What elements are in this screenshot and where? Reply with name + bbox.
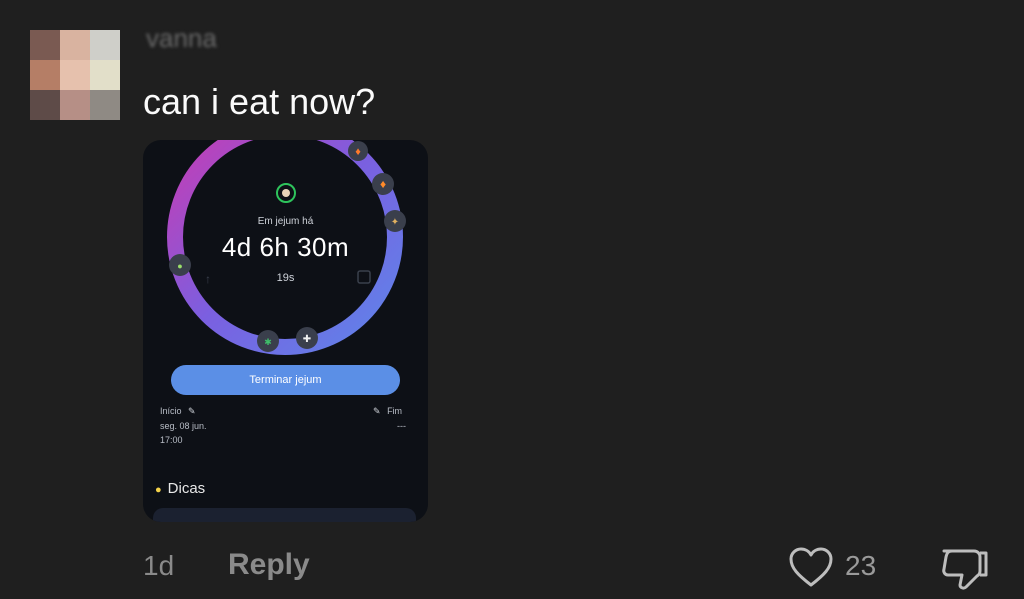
tip-card[interactable] <box>153 508 416 522</box>
svg-text:♦: ♦ <box>380 177 386 191</box>
end-label-row[interactable]: ✎ Fim <box>373 406 402 417</box>
tips-heading: ● Dicas <box>155 480 205 497</box>
svg-text:✱: ✱ <box>264 337 272 347</box>
comment-age: 1d <box>143 550 175 581</box>
pencil-icon[interactable]: ✎ <box>188 406 196 416</box>
start-label: Início <box>160 406 182 416</box>
stage-badge[interactable]: ♦ <box>348 141 368 161</box>
lightbulb-icon: ● <box>155 484 162 496</box>
comment-text: can i eat now? <box>143 81 376 122</box>
username[interactable]: vanna <box>146 30 266 52</box>
stage-badge[interactable]: ✚ <box>296 327 318 349</box>
fasting-time: 4d 6h 30m <box>221 232 350 262</box>
svg-text:✚: ✚ <box>303 334 311 345</box>
start-time: 17:00 <box>160 435 183 445</box>
like-count: 23 <box>845 550 877 581</box>
end-fast-button[interactable]: Terminar jejum <box>171 365 400 395</box>
end-value: --- <box>397 421 406 431</box>
attached-screenshot[interactable]: ♦ ♦ ✦ ● ✱ ✚ ↑ Em jejum há 4d 6h 30m 19s … <box>143 140 428 522</box>
start-label-row[interactable]: Início ✎ <box>160 406 196 417</box>
fasting-ring: ♦ ♦ ✦ ● ✱ ✚ ↑ <box>167 140 406 355</box>
heart-icon[interactable] <box>788 545 834 589</box>
fasting-label: Em jejum há <box>257 216 314 227</box>
tips-label: Dicas <box>167 480 206 497</box>
stage-badge[interactable]: ✱ <box>257 330 279 352</box>
fasting-seconds: 19s <box>276 272 295 284</box>
thumbs-down-icon[interactable] <box>938 545 990 591</box>
start-date: seg. 08 jun. <box>160 421 207 431</box>
avatar[interactable] <box>30 30 120 120</box>
svg-text:♦: ♦ <box>355 146 361 158</box>
reply-button[interactable]: Reply <box>228 548 310 582</box>
fire-icon[interactable]: ♦ <box>372 173 394 195</box>
end-label: Fim <box>387 406 403 416</box>
pencil-icon[interactable]: ✎ <box>373 406 381 416</box>
